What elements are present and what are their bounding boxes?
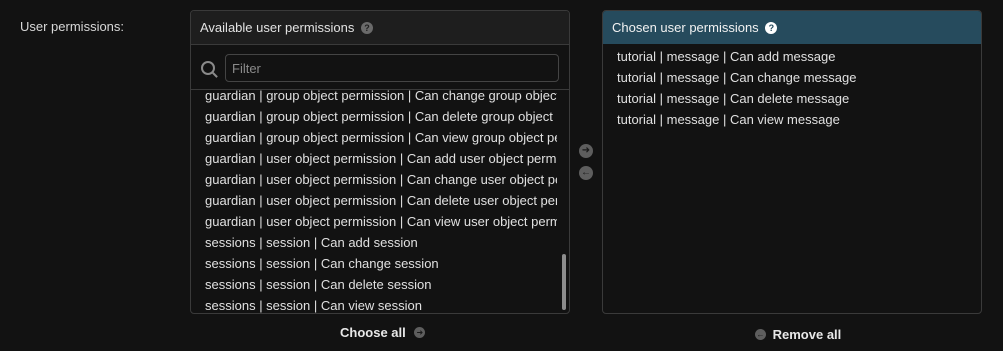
available-permissions-box: Available user permissions ? guardian | … [190, 10, 570, 314]
remove-arrow-icon[interactable]: ← [579, 166, 593, 180]
user-permissions-row: User permissions: Available user permiss… [0, 0, 1003, 351]
chosen-permissions-box: Chosen user permissions ? tutorial | mes… [602, 10, 982, 314]
list-item[interactable]: sessions | session | Can view session [205, 295, 557, 313]
arrow-left-circle-icon: ← [755, 329, 766, 341]
choose-all-button[interactable]: Choose all ➜ [340, 325, 426, 340]
list-item[interactable]: guardian | group object permission | Can… [205, 89, 557, 106]
help-icon: ? [765, 21, 778, 34]
available-title-text: Available user permissions [200, 20, 355, 35]
remove-all-button[interactable]: ← Remove all [755, 327, 841, 342]
list-item[interactable]: tutorial | message | Can add message [617, 46, 856, 67]
available-title: Available user permissions ? [191, 11, 569, 45]
list-item[interactable]: guardian | user object permission | Can … [205, 211, 557, 232]
search-icon [201, 61, 215, 75]
list-item[interactable]: sessions | session | Can add session [205, 232, 557, 253]
list-item[interactable]: guardian | group object permission | Can… [205, 106, 557, 127]
list-item[interactable]: guardian | user object permission | Can … [205, 148, 557, 169]
list-item[interactable]: tutorial | message | Can view message [617, 109, 856, 130]
arrow-right-circle-icon: ➜ [414, 327, 426, 339]
list-item[interactable]: tutorial | message | Can delete message [617, 88, 856, 109]
list-item[interactable]: guardian | user object permission | Can … [205, 190, 557, 211]
list-item[interactable]: sessions | session | Can change session [205, 253, 557, 274]
list-item[interactable]: sessions | session | Can delete session [205, 274, 557, 295]
add-arrow-icon[interactable]: ➜ [579, 144, 593, 158]
filter-input[interactable] [225, 54, 559, 82]
chosen-title-text: Chosen user permissions [612, 20, 759, 35]
field-label: User permissions: [20, 19, 125, 34]
chosen-list[interactable]: tutorial | message | Can add message tut… [617, 46, 856, 130]
choose-all-label: Choose all [340, 325, 406, 340]
filter-row [191, 45, 569, 90]
available-list[interactable]: guardian | group object permission | Can… [191, 89, 557, 313]
list-item[interactable]: guardian | group object permission | Can… [205, 127, 557, 148]
chosen-title: Chosen user permissions ? [603, 11, 981, 44]
scrollbar-thumb[interactable] [562, 254, 566, 310]
remove-all-label: Remove all [772, 327, 842, 342]
list-item[interactable]: tutorial | message | Can change message [617, 67, 856, 88]
help-icon: ? [361, 21, 374, 34]
list-item[interactable]: guardian | user object permission | Can … [205, 169, 557, 190]
